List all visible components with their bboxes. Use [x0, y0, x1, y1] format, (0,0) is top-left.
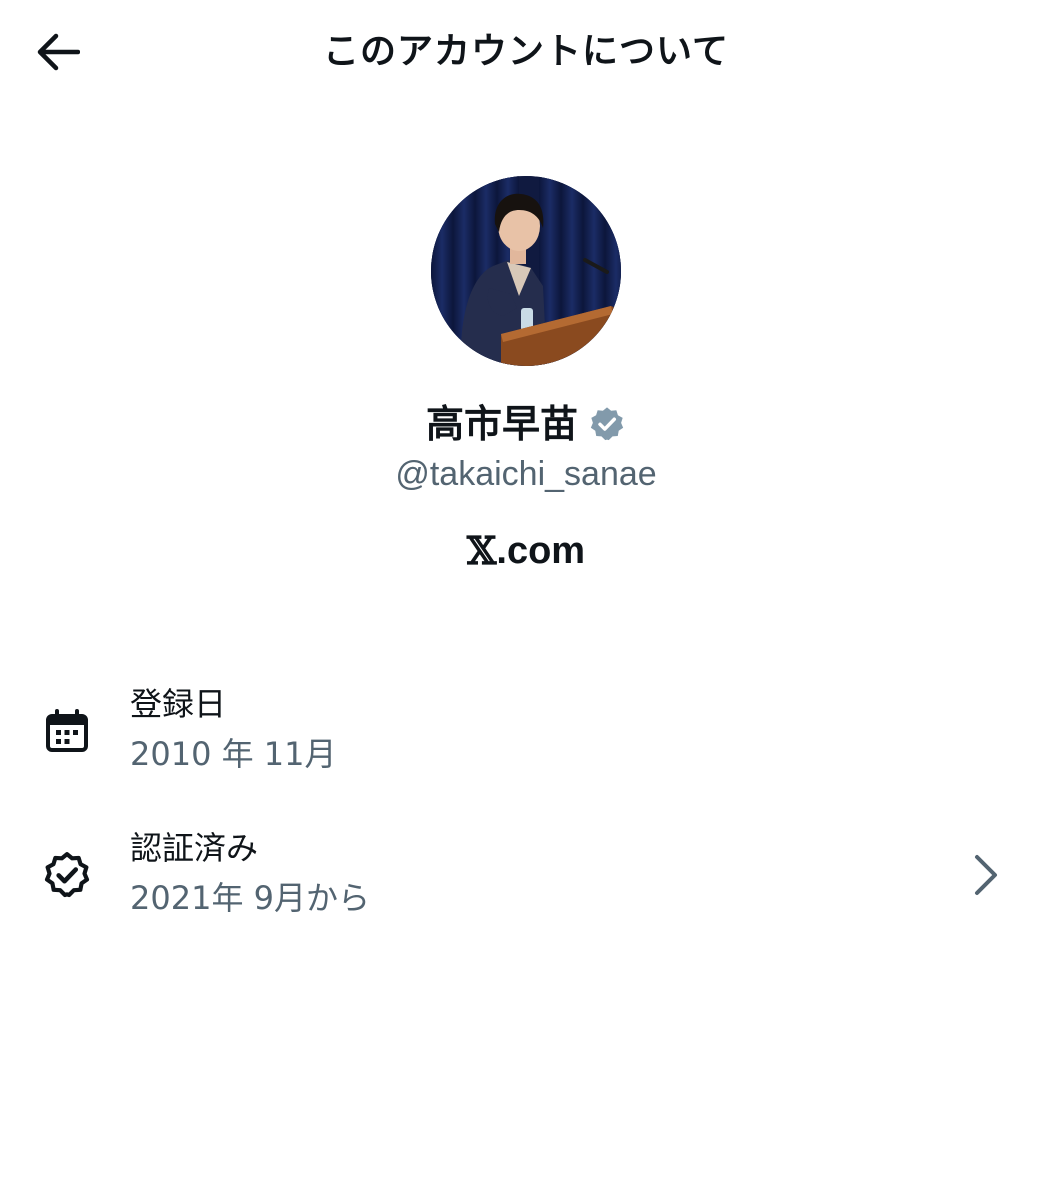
- profile-name-row: 高市早苗: [0, 396, 1052, 452]
- user-handle: @takaichi_sanae: [395, 455, 657, 493]
- avatar: [431, 176, 621, 366]
- page-title: このアカウントについて: [323, 31, 729, 72]
- calendar-icon: [40, 704, 94, 758]
- chevron-right-icon[interactable]: [964, 850, 1008, 900]
- verified-label: 認証済み: [130, 829, 259, 867]
- top-bar: このアカウントについて: [0, 0, 1052, 104]
- x-logo-text: 𝕏: [466, 528, 497, 573]
- site-label: 𝕏 .com: [0, 525, 1052, 577]
- verified-value: 2021年 9月から: [130, 879, 370, 917]
- joined-value: 2010 年 11月: [130, 735, 337, 773]
- avatar-photo: [431, 176, 621, 366]
- display-name: 高市早苗: [425, 402, 578, 446]
- verified-since-row[interactable]: 認証済み 2021年 9月から: [0, 820, 1052, 932]
- verified-outline-icon: [40, 848, 94, 902]
- verified-badge-icon: [588, 405, 626, 443]
- joined-label: 登録日: [130, 685, 227, 723]
- joined-date-row: 登録日 2010 年 11月: [0, 676, 1052, 788]
- site-domain-text: .com: [496, 530, 586, 572]
